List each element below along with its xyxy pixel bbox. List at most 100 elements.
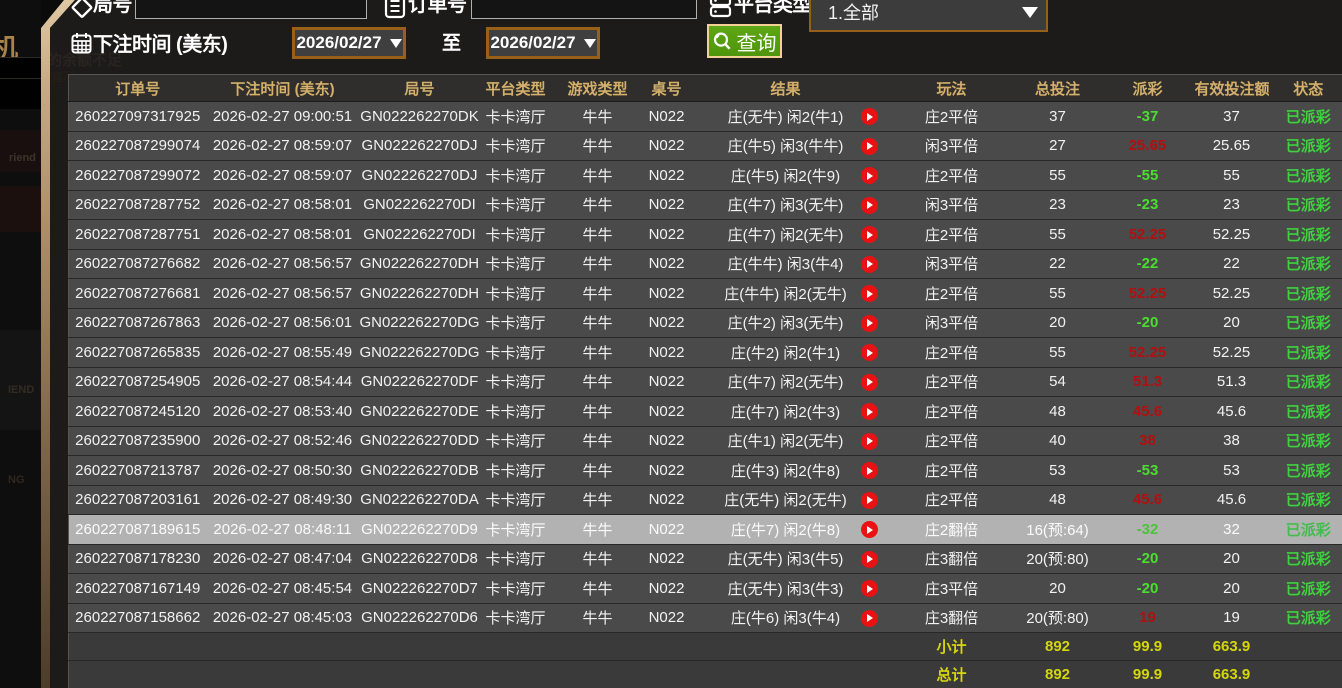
play-video-icon[interactable]	[861, 315, 878, 332]
order-number-input[interactable]	[471, 0, 697, 19]
bet-record-row[interactable]: 2602270872990722026-02-27 08:59:07GN0222…	[69, 161, 1342, 191]
dimmed-lobby-strip: 机 riend IEND NG	[0, 0, 41, 688]
cell-game-type: 牛牛	[551, 603, 645, 633]
cell-valid-bet: 20	[1195, 574, 1269, 604]
query-button[interactable]: 查询	[707, 24, 782, 58]
play-video-icon[interactable]	[861, 403, 878, 420]
cell-payout: 25.65	[1101, 131, 1195, 161]
play-video-icon[interactable]	[861, 256, 878, 273]
cell-total-bet: 20(预:80)	[1015, 544, 1101, 574]
cell-payout: 38	[1101, 426, 1195, 456]
cell-table-number: N022	[645, 338, 689, 368]
cell-round-number: GN022262270DJ	[359, 161, 481, 191]
play-video-icon[interactable]	[861, 138, 878, 155]
bet-record-row[interactable]: 2602270872877522026-02-27 08:58:01GN0222…	[69, 190, 1342, 220]
col-header-total-bet: 总投注	[1015, 75, 1101, 102]
cell-payout: 45.6	[1101, 397, 1195, 427]
bet-record-row[interactable]: 2602270872549052026-02-27 08:54:44GN0222…	[69, 367, 1342, 397]
bet-record-row[interactable]: 2602270872766822026-02-27 08:56:57GN0222…	[69, 249, 1342, 279]
cell-valid-bet: 52.25	[1195, 220, 1269, 250]
cell-bet-time: 2026-02-27 08:58:01	[207, 220, 359, 250]
date-from-picker[interactable]: 2026/02/27	[292, 27, 406, 59]
cell-table-number: N022	[645, 102, 689, 132]
bet-record-row[interactable]: 2602270872137872026-02-27 08:50:30GN0222…	[69, 456, 1342, 486]
play-video-icon[interactable]	[861, 551, 878, 568]
platform-type-value: 1.全部	[811, 0, 1022, 25]
play-video-icon[interactable]	[861, 433, 878, 450]
play-video-icon[interactable]	[861, 197, 878, 214]
cell-valid-bet: 22	[1195, 249, 1269, 279]
bet-record-row[interactable]: 2602270871671492026-02-27 08:45:54GN0222…	[69, 574, 1342, 604]
platform-type-label: 平台类型	[734, 0, 812, 17]
play-video-icon[interactable]	[861, 108, 878, 125]
cell-bet-time: 2026-02-27 08:55:49	[207, 338, 359, 368]
cell-order-number: 260227087167149	[69, 574, 207, 604]
cell-order-number: 260227087245120	[69, 397, 207, 427]
play-video-icon[interactable]	[861, 167, 878, 184]
bet-record-row[interactable]: 2602270973179252026-02-27 09:00:51GN0222…	[69, 102, 1342, 132]
footer-spacer-cell	[1269, 633, 1342, 661]
bet-record-row[interactable]: 2602270872877512026-02-27 08:58:01GN0222…	[69, 220, 1342, 250]
cell-play-method: 庄3翻倍	[889, 603, 1015, 633]
play-video-icon[interactable]	[861, 285, 878, 302]
cell-status: 已派彩	[1269, 308, 1342, 338]
cell-total-bet: 16(预:64)	[1015, 515, 1101, 545]
play-video-icon[interactable]	[861, 226, 878, 243]
cell-play	[861, 367, 889, 397]
cell-order-number: 260227087189615	[69, 515, 207, 545]
play-video-icon[interactable]	[861, 374, 878, 391]
bet-record-row[interactable]: 2602270871782302026-02-27 08:47:04GN0222…	[69, 544, 1342, 574]
cell-result: 庄(牛2) 闲3(无牛)	[689, 308, 861, 338]
cell-play	[861, 279, 889, 309]
bet-record-row[interactable]: 2602270872451202026-02-27 08:53:40GN0222…	[69, 397, 1342, 427]
bet-record-row[interactable]: 2602270872990742026-02-27 08:59:07GN0222…	[69, 131, 1342, 161]
footer-spacer-cell	[69, 661, 889, 688]
play-video-icon[interactable]	[861, 521, 878, 538]
bet-record-row[interactable]: 2602270872766812026-02-27 08:56:57GN0222…	[69, 279, 1342, 309]
cell-table-number: N022	[645, 308, 689, 338]
grand-total-total-bet: 892	[1015, 661, 1101, 688]
platform-type-icon	[709, 0, 732, 19]
cell-order-number: 260227087178230	[69, 544, 207, 574]
col-header-platform-type: 平台类型	[481, 75, 551, 102]
cell-play	[861, 249, 889, 279]
cell-valid-bet: 55	[1195, 161, 1269, 191]
cell-play	[861, 131, 889, 161]
cell-table-number: N022	[645, 367, 689, 397]
cell-game-type: 牛牛	[551, 574, 645, 604]
bet-record-row[interactable]: 2602270872678632026-02-27 08:56:01GN0222…	[69, 308, 1342, 338]
platform-type-select[interactable]: 1.全部	[809, 0, 1048, 32]
cell-status: 已派彩	[1269, 367, 1342, 397]
cell-total-bet: 54	[1015, 367, 1101, 397]
bet-record-row[interactable]: 2602270872031612026-02-27 08:49:30GN0222…	[69, 485, 1342, 515]
cell-table-number: N022	[645, 574, 689, 604]
lobby-tile	[0, 330, 41, 430]
round-number-input[interactable]	[135, 0, 367, 19]
bet-record-row[interactable]: 2602270872359002026-02-27 08:52:46GN0222…	[69, 426, 1342, 456]
date-to-picker[interactable]: 2026/02/27	[486, 27, 600, 59]
play-video-icon[interactable]	[861, 462, 878, 479]
play-video-icon[interactable]	[861, 344, 878, 361]
lobby-menu-block	[0, 79, 41, 109]
cell-game-type: 牛牛	[551, 131, 645, 161]
cell-play	[861, 220, 889, 250]
cell-play-method: 庄2平倍	[889, 367, 1015, 397]
cell-valid-bet: 53	[1195, 456, 1269, 486]
bet-record-row[interactable]: 2602270871586622026-02-27 08:45:03GN0222…	[69, 603, 1342, 633]
cell-valid-bet: 23	[1195, 190, 1269, 220]
bet-record-row[interactable]: 2602270872658352026-02-27 08:55:49GN0222…	[69, 338, 1342, 368]
cell-order-number: 260227087276681	[69, 279, 207, 309]
play-video-icon[interactable]	[861, 610, 878, 627]
play-video-icon[interactable]	[861, 492, 878, 509]
table-header-row: 订单号下注时间 (美东)局号平台类型游戏类型桌号结果玩法总投注派彩有效投注额状态	[69, 75, 1342, 102]
cell-platform-type: 卡卡湾厅	[481, 485, 551, 515]
cell-bet-time: 2026-02-27 08:48:11	[207, 515, 359, 545]
cell-status: 已派彩	[1269, 456, 1342, 486]
cell-status: 已派彩	[1269, 574, 1342, 604]
lobby-faint-text: riend	[9, 152, 36, 164]
play-video-icon[interactable]	[861, 580, 878, 597]
cell-order-number: 260227087287751	[69, 220, 207, 250]
bet-record-row[interactable]: 2602270871896152026-02-27 08:48:11GN0222…	[69, 515, 1342, 545]
date-from-value: 2026/02/27	[296, 33, 381, 53]
query-button-label: 查询	[737, 27, 777, 56]
